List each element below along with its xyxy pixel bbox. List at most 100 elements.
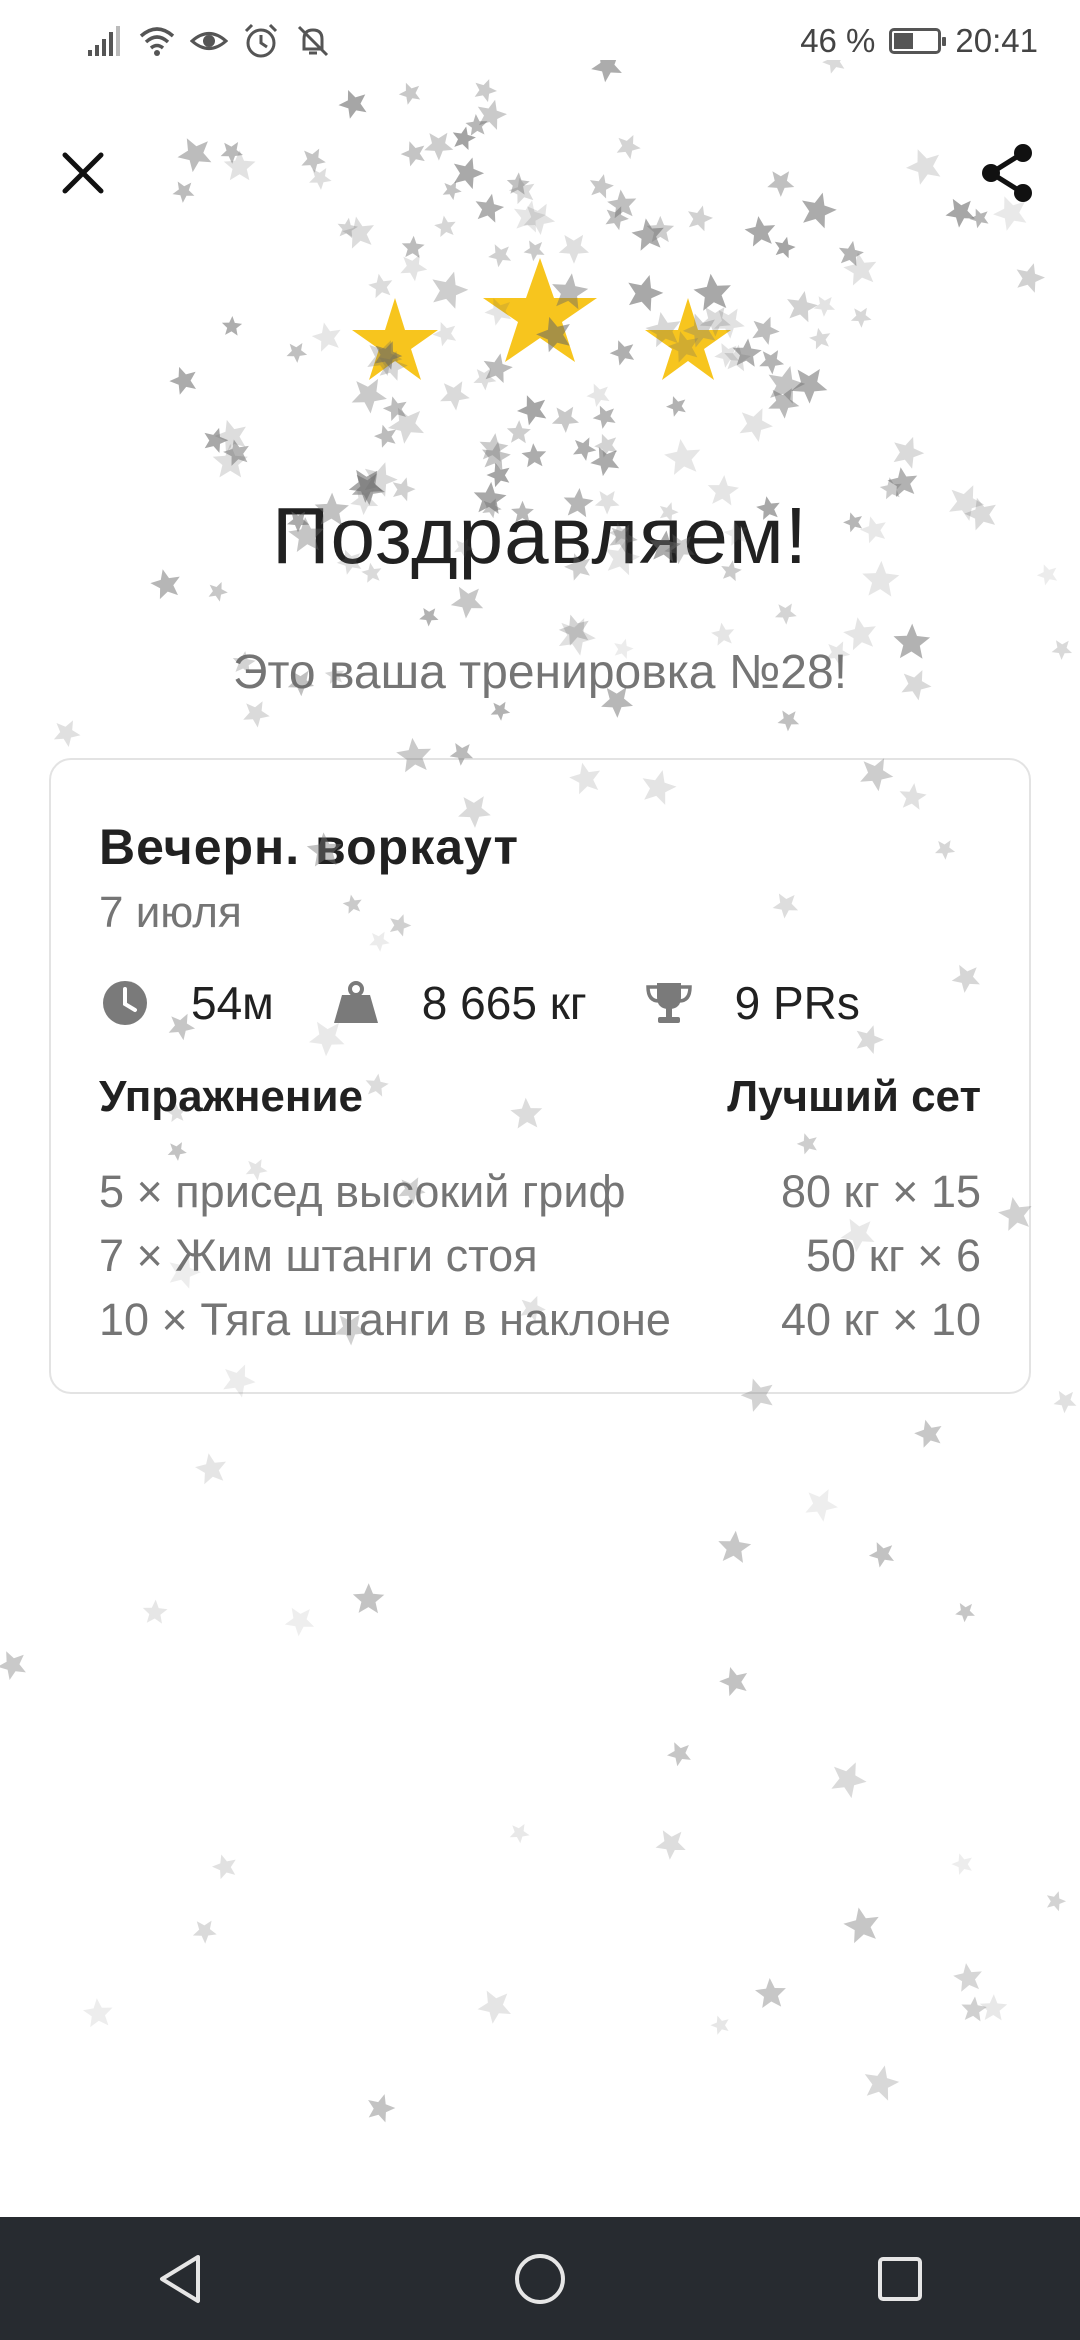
- nav-recents-button[interactable]: [855, 2234, 945, 2324]
- confetti-star: [589, 174, 614, 199]
- weight-icon: [330, 977, 382, 1029]
- best-set: 40 кг × 10: [781, 1294, 981, 1345]
- confetti-star: [775, 603, 797, 625]
- back-triangle-icon: [160, 2254, 200, 2303]
- confetti-star: [223, 150, 256, 181]
- confetti-star: [172, 181, 195, 203]
- confetti-star: [208, 582, 228, 602]
- confetti-star: [212, 1854, 236, 1880]
- confetti-star: [465, 114, 488, 136]
- confetti-star: [831, 1762, 867, 1799]
- workout-name: Вечерн. воркаут: [99, 819, 519, 875]
- confetti-star: [508, 177, 535, 205]
- close-button[interactable]: [50, 140, 116, 206]
- star-left-icon: [352, 298, 438, 380]
- confetti-star: [1016, 263, 1045, 293]
- confetti-star: [382, 396, 407, 421]
- confetti-star: [337, 217, 358, 239]
- confetti-star: [850, 307, 872, 328]
- confetti-star: [506, 420, 531, 444]
- confetti-star: [514, 200, 546, 233]
- confetti-star: [752, 316, 780, 345]
- recents-square-icon: [878, 2256, 922, 2301]
- stat-duration: 54м: [99, 976, 274, 1030]
- confetti-star: [551, 406, 579, 433]
- confetti-star: [893, 436, 925, 469]
- confetti-star: [452, 126, 476, 150]
- confetti-star: [424, 132, 454, 161]
- exercise-table: 5 × присед высокий гриф 80 кг × 15 7 × Ж…: [99, 1160, 981, 1352]
- confetti-star: [490, 701, 511, 721]
- confetti-star: [809, 327, 831, 350]
- confetti-star: [419, 608, 439, 627]
- table-row: 7 × Жим штанги стоя 50 кг × 6: [99, 1224, 981, 1288]
- confetti-star: [719, 1667, 748, 1697]
- mute-icon: [297, 25, 329, 57]
- confetti-star: [311, 322, 341, 352]
- congrats-subtitle: Это ваша тренировка №28!: [232, 646, 848, 699]
- confetti-star: [450, 586, 484, 619]
- table-row: 5 × присед высокий гриф 80 кг × 15: [99, 1160, 981, 1224]
- share-button[interactable]: [974, 140, 1040, 206]
- status-bar: 46 % 20:41: [0, 0, 1080, 92]
- confetti-star: [744, 216, 776, 247]
- confetti-star: [374, 424, 396, 448]
- confetti-star: [368, 2094, 396, 2123]
- best-set: 50 кг × 6: [806, 1230, 981, 1281]
- confetti-star: [0, 1651, 26, 1680]
- exercise-table-header: Упражнение Лучший сет: [99, 1072, 981, 1122]
- confetti-star: [352, 1583, 385, 1614]
- confetti-star: [573, 437, 597, 461]
- confetti-star: [759, 350, 785, 375]
- confetti-star: [791, 369, 828, 404]
- confetti-star: [1046, 1891, 1067, 1912]
- workout-date: 7 июля: [99, 888, 242, 937]
- confetti-star: [688, 205, 713, 232]
- stat-prs: 9 PRs: [643, 976, 860, 1030]
- confetti-star: [482, 441, 511, 471]
- confetti-star: [177, 138, 212, 173]
- confetti-star: [945, 198, 975, 228]
- confetti-star: [83, 1998, 113, 2028]
- congrats-title: Поздравляем!: [271, 491, 809, 580]
- confetti-star: [607, 189, 637, 219]
- home-circle-icon: [515, 2253, 565, 2304]
- confetti-star: [506, 172, 530, 195]
- confetti-star: [342, 216, 374, 249]
- nav-back-button[interactable]: [135, 2234, 225, 2324]
- rating-stars: [352, 258, 731, 380]
- confetti-star: [768, 388, 800, 419]
- confetti-star: [864, 2065, 900, 2101]
- confetti-star: [453, 157, 485, 190]
- wifi-icon: [139, 27, 175, 56]
- nav-home-button[interactable]: [495, 2234, 585, 2324]
- confetti-star: [969, 208, 989, 229]
- exercise-name: 7 × Жим штанги стоя: [99, 1230, 538, 1281]
- confetti-star: [53, 720, 81, 747]
- confetti-star: [434, 215, 456, 237]
- confetti-star: [400, 141, 425, 167]
- confetti-star: [558, 614, 589, 646]
- battery-icon: [889, 28, 947, 54]
- confetti-star: [509, 1824, 530, 1844]
- star-center-icon: [483, 258, 597, 362]
- battery-fill: [894, 33, 914, 49]
- confetti-star: [843, 1907, 879, 1944]
- confetti-star: [664, 439, 701, 475]
- confetti-star: [777, 710, 800, 732]
- confetti-star: [286, 343, 308, 363]
- confetti-star: [301, 148, 326, 173]
- confetti-star: [616, 135, 641, 160]
- confetti-star: [787, 291, 818, 323]
- exercise-name: 10 × Тяга штанги в наклоне: [99, 1294, 671, 1345]
- confetti-star: [813, 296, 835, 317]
- battery-percent: 46 %: [800, 22, 876, 59]
- confetti-star: [805, 1489, 838, 1522]
- clock: 20:41: [955, 22, 1038, 59]
- confetti-star: [605, 206, 629, 231]
- confetti-star: [838, 240, 864, 267]
- confetti-star: [655, 1830, 686, 1860]
- confetti-star: [521, 443, 547, 468]
- confetti-star: [221, 316, 243, 336]
- confetti-star: [955, 1603, 975, 1623]
